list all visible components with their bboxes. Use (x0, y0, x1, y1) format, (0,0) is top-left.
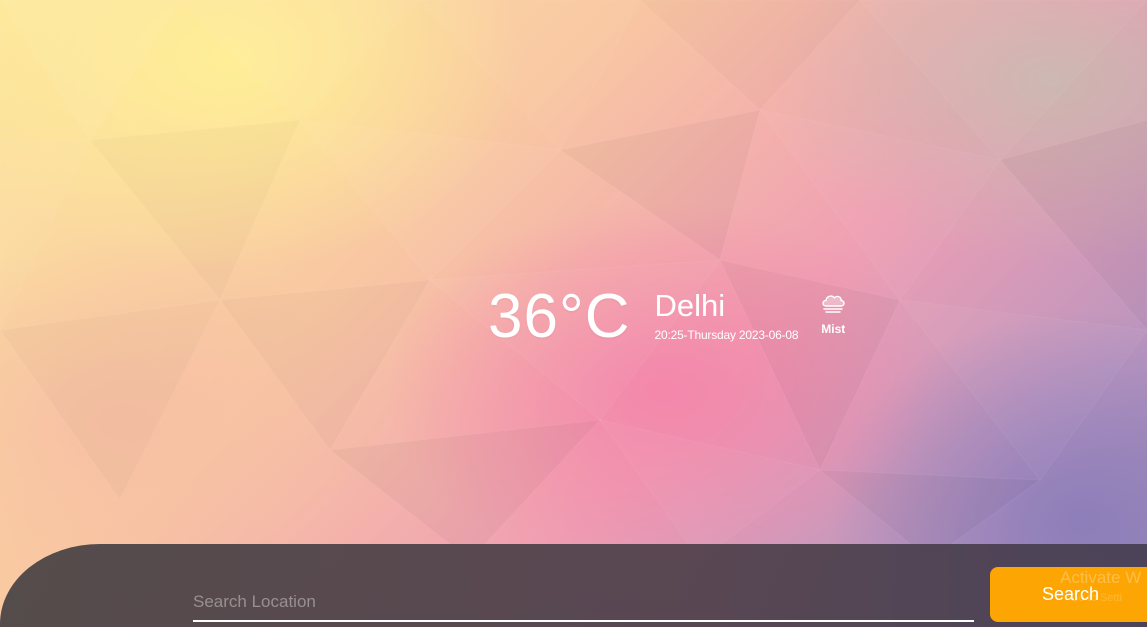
weather-display: 36°C Delhi 20:25-Thursday 2023-06-08 Mis… (488, 282, 846, 352)
search-field (193, 576, 974, 622)
condition-label: Mist (821, 322, 846, 336)
cloud-icon (822, 295, 845, 313)
city-name: Delhi (654, 288, 726, 323)
search-button[interactable]: Search (990, 567, 1147, 622)
search-input[interactable] (193, 576, 974, 620)
temperature-value: 36°C (488, 282, 631, 351)
location-block: Delhi 20:25-Thursday 2023-06-08 (655, 288, 799, 342)
date-time: 20:25-Thursday 2023-06-08 (654, 328, 799, 342)
weather-condition: Mist (820, 292, 846, 336)
